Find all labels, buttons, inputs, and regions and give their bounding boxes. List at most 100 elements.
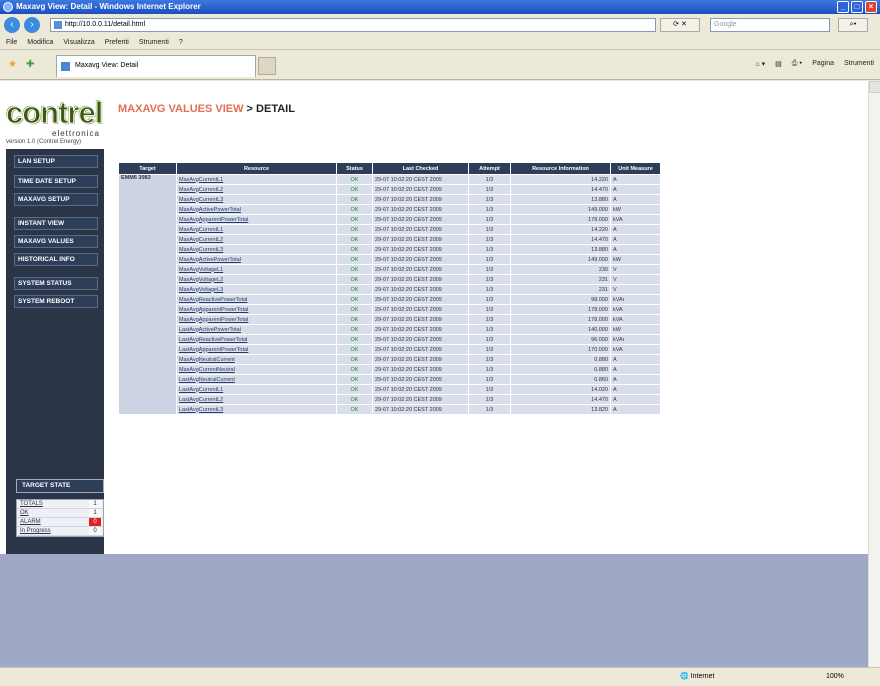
- contrel-logo: contrel elettronica: [5, 87, 106, 147]
- nav-system-status[interactable]: SYSTEM STATUS: [14, 277, 98, 290]
- state-row[interactable]: ALARM 0: [17, 518, 103, 527]
- resource-link[interactable]: MaxAvgApparentPowerTotal: [176, 314, 337, 325]
- resource-table: Target Resource Status Last Checked Attempt R…: [118, 162, 661, 415]
- search-input[interactable]: Google: [710, 18, 830, 32]
- nav-maxavg-setup[interactable]: MAXAVG SETUP: [14, 193, 98, 206]
- home-icon[interactable]: ⌂ ▾: [755, 60, 765, 68]
- resource-link[interactable]: LastAvgCurrentL1: [176, 384, 337, 395]
- table-row: MaxAvgVoltageL2 OK 29-07 10:02:20 CEST 200…: [119, 274, 661, 285]
- attempt-cell: 1/3: [468, 204, 511, 215]
- status-cell: OK: [336, 304, 373, 315]
- unit-cell: A: [610, 184, 661, 195]
- resource-link[interactable]: MaxAvgActivePowerTotal: [176, 254, 337, 265]
- resource-link[interactable]: MaxAvgCurrentL2: [176, 234, 337, 245]
- scroll-up-arrow[interactable]: [869, 81, 880, 93]
- column-header[interactable]: Status: [336, 162, 373, 175]
- resource-link[interactable]: MaxAvgCurrentNeutral: [176, 364, 337, 375]
- resource-link[interactable]: LastAvgApparentPowerTotal: [176, 344, 337, 355]
- state-count: 1: [89, 509, 101, 517]
- add-favorite-icon[interactable]: ✚: [26, 60, 38, 70]
- tab-page-icon: [61, 62, 70, 71]
- back-button[interactable]: ‹: [4, 17, 20, 33]
- column-header[interactable]: Last Checked: [372, 162, 469, 175]
- nav-historical-info[interactable]: HISTORICAL INFO: [14, 253, 98, 266]
- new-tab-button[interactable]: [258, 57, 276, 75]
- table-row: LastAvgCurrentL2 OK 29-07 10:02:20 CEST 20…: [119, 394, 661, 405]
- resource-info-cell: 96.000: [510, 334, 611, 345]
- resource-link[interactable]: LastAvgCurrentL3: [176, 404, 337, 415]
- state-label[interactable]: ALARM: [20, 519, 41, 525]
- column-header[interactable]: Resource Information: [510, 162, 611, 175]
- menu-item-modifica[interactable]: Modifica: [27, 36, 53, 49]
- address-text: http://10.0.0.11/detail.html: [65, 21, 146, 28]
- resource-link[interactable]: MaxAvgCurrentL3: [176, 194, 337, 205]
- favorites-star-icon[interactable]: ★: [8, 60, 20, 70]
- menu-item-visualizza[interactable]: Visualizza: [63, 36, 94, 49]
- resource-link[interactable]: MaxAvgActivePowerTotal: [176, 204, 337, 215]
- table-row: MaxAvgCurrentL2 OK 29-07 10:02:20 CEST 200…: [119, 234, 661, 245]
- command-bar: ⌂ ▾ ▤ ⎙ ▾ Pagina Strumenti: [755, 60, 874, 68]
- zoom-level[interactable]: 100%: [826, 668, 844, 686]
- resource-link[interactable]: MaxAvgApparentPowerTotal: [176, 214, 337, 225]
- tools-menu[interactable]: Strumenti: [844, 60, 874, 68]
- column-header[interactable]: Resource: [176, 162, 337, 175]
- refresh-stop-buttons[interactable]: ⟳ ✕: [660, 18, 700, 32]
- state-label[interactable]: TOTALS: [20, 501, 43, 507]
- security-zone: 🌐 Internet: [680, 673, 715, 680]
- nav-instant-view[interactable]: INSTANT VIEW: [14, 217, 98, 230]
- browser-tab[interactable]: Maxavg View: Detail: [56, 55, 256, 77]
- resource-link[interactable]: LastAvgActivePowerTotal: [176, 324, 337, 335]
- state-row[interactable]: TOTALS 1: [17, 500, 103, 509]
- last-checked-cell: 29-07 10:02:20 CEST 2009: [372, 224, 469, 235]
- search-button[interactable]: ⌕▾: [838, 18, 868, 32]
- unit-cell: V: [610, 284, 661, 295]
- unit-cell: A: [610, 364, 661, 375]
- forward-button[interactable]: ›: [24, 17, 40, 33]
- resource-link[interactable]: MaxAvgNeutralCurrent: [176, 354, 337, 365]
- unit-cell: A: [610, 244, 661, 255]
- resource-link[interactable]: LastAvgReactivePowerTotal: [176, 334, 337, 345]
- menu-item-strumenti[interactable]: Strumenti: [139, 36, 169, 49]
- resource-link[interactable]: LastAvgCurrentL2: [176, 394, 337, 405]
- resource-link[interactable]: MaxAvgVoltageL1: [176, 264, 337, 275]
- menu-item-file[interactable]: File: [6, 36, 17, 49]
- state-row[interactable]: In Progress 0: [17, 527, 103, 536]
- resource-link[interactable]: MaxAvgCurrentL1: [176, 174, 337, 185]
- address-bar[interactable]: http://10.0.0.11/detail.html: [50, 18, 656, 32]
- state-label[interactable]: In Progress: [20, 528, 51, 534]
- nav-maxavg-values[interactable]: MAXAVG VALUES: [14, 235, 98, 248]
- unit-cell: A: [610, 234, 661, 245]
- resource-link[interactable]: MaxAvgCurrentL3: [176, 244, 337, 255]
- print-icon[interactable]: ⎙ ▾: [792, 60, 803, 68]
- last-checked-cell: 29-07 10:02:20 CEST 2009: [372, 374, 469, 385]
- resource-link[interactable]: MaxAvgReactivePowerTotal: [176, 294, 337, 305]
- table-row: MaxAvgActivePowerTotal OK 29-07 10:02:20 C…: [119, 204, 661, 215]
- vertical-scrollbar[interactable]: [868, 81, 880, 667]
- state-row[interactable]: OK 1: [17, 509, 103, 518]
- resource-link[interactable]: MaxAvgVoltageL3: [176, 284, 337, 295]
- maximize-button[interactable]: □: [851, 1, 863, 13]
- menu-item--[interactable]: ?: [179, 36, 183, 49]
- column-header[interactable]: Attempt: [468, 162, 511, 175]
- close-button[interactable]: ×: [865, 1, 877, 13]
- column-header[interactable]: Target: [118, 162, 177, 175]
- minimize-button[interactable]: _: [837, 1, 849, 13]
- last-checked-cell: 29-07 10:02:20 CEST 2009: [372, 324, 469, 335]
- resource-link[interactable]: LastAvgNeutralCurrent: [176, 374, 337, 385]
- feeds-icon[interactable]: ▤: [775, 60, 782, 68]
- resource-link[interactable]: MaxAvgVoltageL2: [176, 274, 337, 285]
- attempt-cell: 1/3: [468, 264, 511, 275]
- unit-cell: V: [610, 274, 661, 285]
- state-label[interactable]: OK: [20, 510, 29, 516]
- column-header[interactable]: Unit Measure: [610, 162, 661, 175]
- menu-item-preferiti[interactable]: Preferiti: [105, 36, 129, 49]
- resource-link[interactable]: MaxAvgCurrentL2: [176, 184, 337, 195]
- page-menu[interactable]: Pagina: [812, 60, 834, 68]
- resource-link[interactable]: MaxAvgCurrentL1: [176, 224, 337, 235]
- table-row: MaxAvgCurrentL2 OK 29-07 10:02:20 CEST 200…: [119, 184, 661, 195]
- nav-time-date-setup[interactable]: TIME DATE SETUP: [14, 175, 98, 188]
- nav-system-reboot[interactable]: SYSTEM REBOOT: [14, 295, 98, 308]
- nav-lan-setup[interactable]: LAN SETUP: [14, 155, 98, 168]
- status-cell: OK: [336, 254, 373, 265]
- resource-link[interactable]: MaxAvgApparentPowerTotal: [176, 304, 337, 315]
